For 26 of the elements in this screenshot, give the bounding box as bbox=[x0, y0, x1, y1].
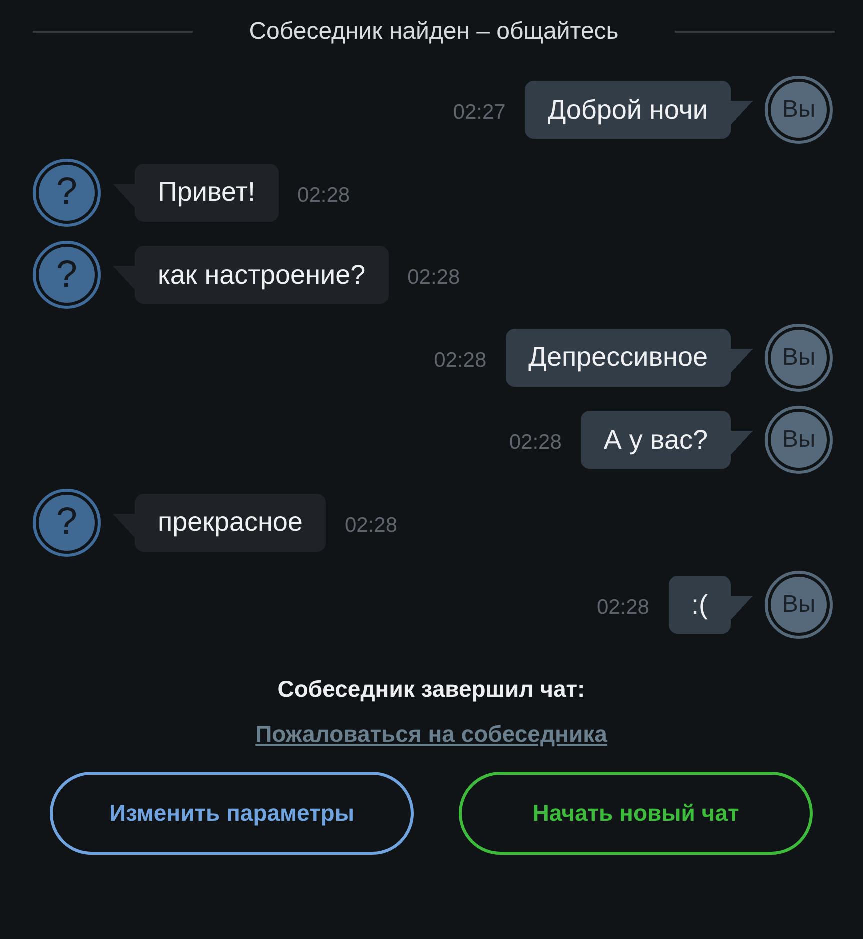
user-avatar: Вы bbox=[765, 571, 833, 639]
message-bubble: Депрессивное bbox=[506, 328, 753, 386]
chat-ended-notice: Собеседник завершил чат: bbox=[278, 675, 586, 703]
message-time: 02:28 bbox=[434, 348, 487, 372]
message-time: 02:28 bbox=[509, 431, 562, 455]
message-bubble: прекрасное bbox=[113, 494, 326, 552]
message-time: 02:28 bbox=[298, 184, 350, 208]
message-time: 02:27 bbox=[453, 101, 506, 125]
message-time: 02:28 bbox=[596, 596, 650, 620]
user-avatar: Вы bbox=[765, 76, 833, 144]
message-bubble: Привет! bbox=[113, 164, 279, 222]
message-bubble: Доброй ночи bbox=[524, 81, 753, 139]
stranger-avatar: ? bbox=[33, 488, 101, 556]
stranger-avatar: ? bbox=[33, 241, 101, 309]
user-avatar: Вы bbox=[765, 324, 833, 392]
message-bubble: :( bbox=[668, 576, 753, 634]
message-time: 02:28 bbox=[344, 514, 398, 538]
new-chat-button[interactable]: Начать новый чат bbox=[459, 772, 813, 855]
chat-status-text: Собеседник найден – общайтесь bbox=[248, 17, 620, 47]
change-settings-button[interactable]: Изменить параметры bbox=[50, 772, 414, 855]
message-time: 02:28 bbox=[408, 266, 460, 290]
user-avatar: Вы bbox=[765, 406, 833, 474]
message-bubble: как настроение? bbox=[113, 246, 389, 304]
message-bubble: А у вас? bbox=[580, 411, 753, 469]
stranger-avatar: ? bbox=[33, 158, 101, 226]
report-link[interactable]: Пожаловаться на собеседника bbox=[256, 720, 608, 748]
